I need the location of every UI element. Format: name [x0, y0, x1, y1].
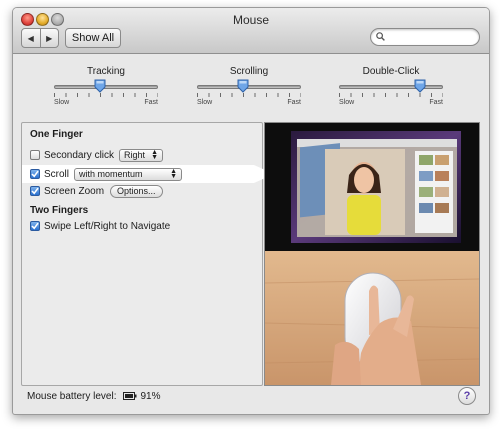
question-mark-icon: ?	[463, 390, 471, 402]
scroll-checkbox[interactable]	[30, 169, 40, 179]
secondary-click-label: Secondary click	[44, 149, 115, 161]
swipe-label: Swipe Left/Right to Navigate	[44, 220, 171, 232]
back-forward-control: ◀ ▶	[21, 28, 59, 48]
help-button[interactable]: ?	[458, 387, 476, 405]
screen-zoom-checkbox[interactable]	[30, 186, 40, 196]
double-click-slider[interactable]	[339, 79, 443, 97]
tracking-slider-group: Tracking Slow Fast	[54, 66, 158, 106]
show-all-button[interactable]: Show All	[65, 28, 121, 48]
magic-mouse-preview	[265, 251, 479, 385]
secondary-click-row: Secondary click Right ▲ ▼	[30, 148, 164, 162]
scrolling-slider-group: Scrolling Slow Fast	[197, 66, 301, 106]
swipe-checkbox[interactable]	[30, 221, 40, 231]
battery-value: 91%	[140, 390, 161, 402]
scroll-label: Scroll	[44, 168, 70, 180]
battery-status: Mouse battery level: 91%	[27, 389, 161, 403]
scrolling-slider[interactable]	[197, 79, 301, 97]
scrolling-label: Scrolling	[229, 66, 269, 77]
scroll-popup[interactable]: with momentum ▲ ▼	[74, 167, 183, 181]
tracking-min-label: Slow	[54, 99, 70, 106]
swipe-row: Swipe Left/Right to Navigate	[30, 219, 170, 233]
gesture-options-panel: One Finger Secondary click Right ▲ ▼ Scro…	[21, 122, 274, 386]
secondary-click-value: Right	[124, 150, 146, 160]
popup-arrows-icon: ▲ ▼	[170, 168, 178, 180]
slider-knob-icon[interactable]	[237, 79, 249, 93]
search-field[interactable]	[370, 28, 480, 46]
window-title: Mouse	[232, 13, 270, 27]
screen-preview	[265, 123, 479, 251]
battery-icon	[122, 392, 136, 400]
scroll-row: Scroll with momentum ▲ ▼	[30, 167, 183, 181]
tracking-label: Tracking	[87, 66, 125, 77]
back-arrow-icon: ◀	[27, 33, 34, 43]
one-finger-heading: One Finger	[30, 129, 83, 140]
secondary-click-popup[interactable]: Right ▲ ▼	[119, 148, 164, 162]
battery-label: Mouse battery level:	[27, 390, 117, 402]
double-click-label: Double-Click	[362, 66, 420, 77]
screen-zoom-row: Screen Zoom Options...	[30, 184, 163, 198]
scrolling-min-label: Slow	[197, 99, 213, 106]
double-click-slider-group: Double-Click Slow Fast	[339, 66, 443, 106]
back-button[interactable]: ◀	[22, 29, 40, 47]
scroll-value: with momentum	[79, 169, 143, 179]
screen-zoom-label: Screen Zoom	[44, 185, 105, 197]
tracking-slider[interactable]	[54, 79, 158, 97]
title-bar: Mouse ◀ ▶ Show All	[13, 8, 489, 54]
forward-button[interactable]: ▶	[39, 29, 59, 47]
tracking-max-label: Fast	[144, 99, 158, 106]
scrolling-max-label: Fast	[287, 99, 301, 106]
mouse-preferences-window: Mouse ◀ ▶ Show All Tracking Slow Fast Sc…	[12, 7, 490, 415]
magnifier-icon	[376, 32, 385, 41]
popup-arrows-icon: ▲ ▼	[151, 149, 159, 161]
double-click-max-label: Fast	[429, 99, 443, 106]
gesture-preview-image	[264, 122, 480, 386]
forward-arrow-icon: ▶	[46, 33, 53, 43]
slider-knob-icon[interactable]	[414, 79, 426, 93]
screen-zoom-options-button[interactable]: Options...	[110, 184, 163, 198]
two-fingers-heading: Two Fingers	[30, 205, 89, 216]
search-input[interactable]	[389, 30, 473, 43]
double-click-min-label: Slow	[339, 99, 355, 106]
slider-knob-icon[interactable]	[94, 79, 106, 93]
secondary-click-checkbox[interactable]	[30, 150, 40, 160]
